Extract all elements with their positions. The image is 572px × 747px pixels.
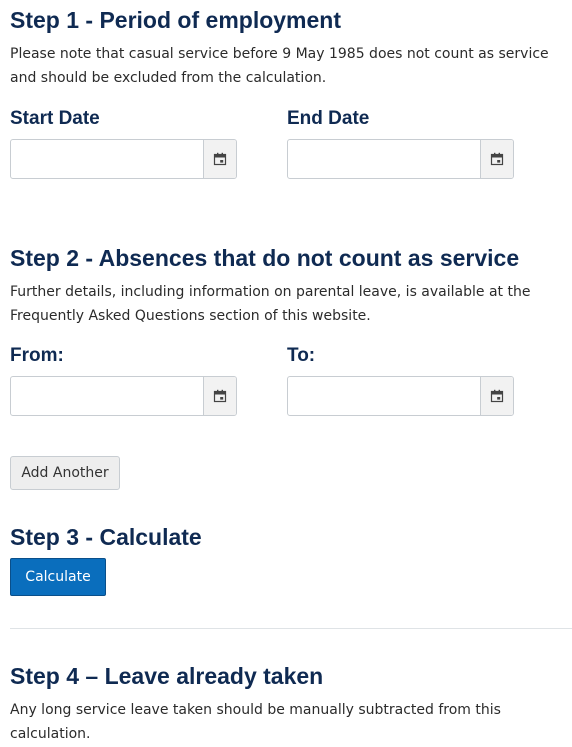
calendar-button[interactable]: [203, 377, 236, 415]
step2-note: Further details, including information o…: [10, 284, 531, 324]
section-divider: [10, 628, 572, 629]
start-date-label: Start Date: [10, 108, 100, 129]
step4-note: Any long service leave taken should be m…: [10, 702, 501, 742]
end-date-input[interactable]: [288, 140, 480, 178]
calendar-button[interactable]: [480, 140, 513, 178]
add-another-button[interactable]: Add Another: [10, 456, 120, 490]
step2-heading: Step 2 - Absences that do not count as s…: [10, 245, 520, 271]
to-date-input[interactable]: [288, 377, 480, 415]
end-date-picker: [287, 139, 514, 179]
calculate-button[interactable]: Calculate: [10, 558, 106, 596]
calendar-button[interactable]: [203, 140, 236, 178]
start-date-picker: [10, 139, 237, 179]
step3-heading: Step 3 - Calculate: [10, 524, 202, 550]
calendar-icon: [490, 389, 504, 403]
calendar-icon: [213, 389, 227, 403]
start-date-input[interactable]: [11, 140, 203, 178]
from-date-input[interactable]: [11, 377, 203, 415]
step1-heading: Step 1 - Period of employment: [10, 7, 341, 33]
from-date-label: From:: [10, 345, 64, 366]
calendar-icon: [213, 152, 227, 166]
from-date-picker: [10, 376, 237, 416]
calendar-button[interactable]: [480, 377, 513, 415]
calendar-icon: [490, 152, 504, 166]
leave-calculator-form: Step 1 - Period of employment Please not…: [0, 0, 572, 747]
to-date-picker: [287, 376, 514, 416]
step1-note: Please note that casual service before 9…: [10, 46, 549, 86]
step4-heading: Step 4 – Leave already taken: [10, 663, 324, 689]
end-date-label: End Date: [287, 108, 370, 129]
to-date-label: To:: [287, 345, 316, 366]
